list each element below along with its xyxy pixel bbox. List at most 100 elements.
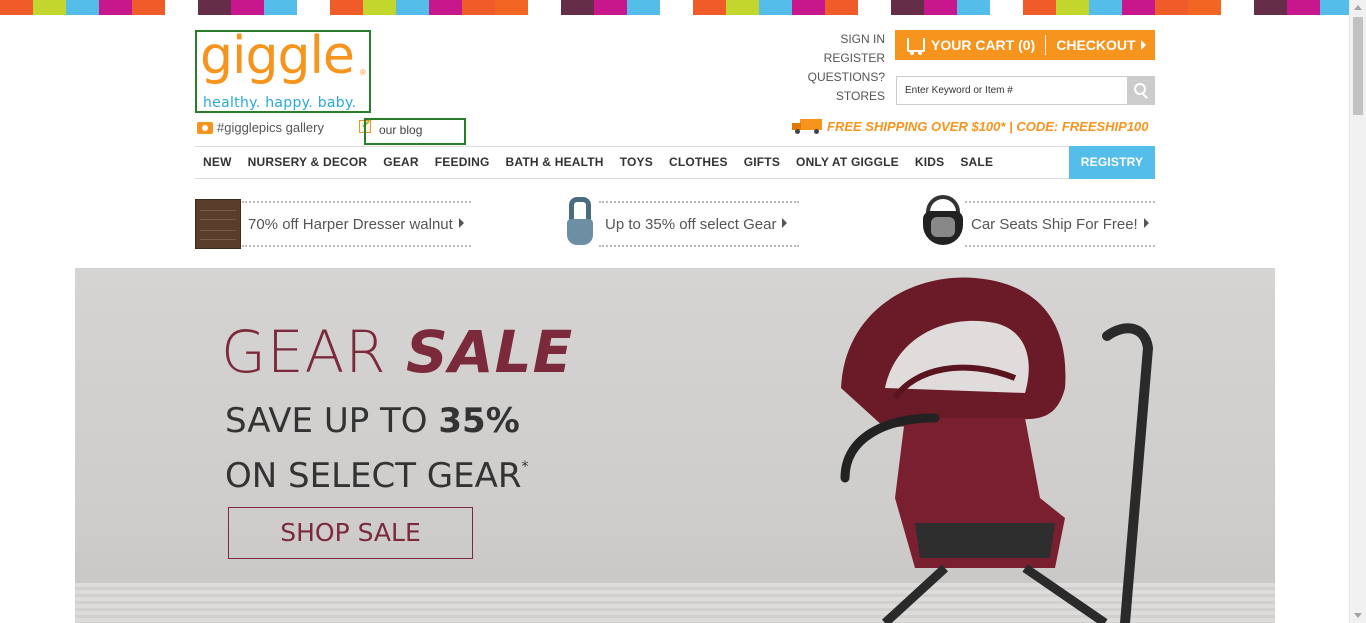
account-links: SIGN IN REGISTER QUESTIONS? STORES <box>790 30 885 106</box>
giggle-logo[interactable]: giggle ® healthy. happy. baby. <box>195 26 371 113</box>
strip-segment <box>693 0 726 15</box>
promo-select-gear[interactable]: Up to 35% off select Gear <box>563 193 799 253</box>
strip-segment <box>66 0 99 15</box>
cart-divider <box>1045 35 1047 55</box>
strip-segment <box>726 0 759 15</box>
stores-link[interactable]: STORES <box>790 87 885 106</box>
checkout-label: CHECKOUT <box>1056 37 1136 53</box>
strip-segment <box>1188 0 1221 15</box>
promo-harper-dresser[interactable]: 70% off Harper Dresser walnut <box>195 193 471 253</box>
strip-segment <box>429 0 462 15</box>
logo-wordmark: giggle <box>200 26 355 86</box>
strip-segment <box>759 0 792 15</box>
promo-text: Car Seats Ship For Free! <box>965 201 1155 247</box>
strip-segment <box>1089 0 1122 15</box>
strip-segment <box>561 0 594 15</box>
strip-segment <box>528 0 561 15</box>
promo-label: 70% off Harper Dresser walnut <box>248 216 453 233</box>
search-icon[interactable] <box>1127 77 1154 104</box>
strip-segment <box>1254 0 1287 15</box>
logo-registered-mark: ® <box>360 68 366 77</box>
main-nav: NEW NURSERY & DECOR GEAR FEEDING BATH & … <box>195 146 1155 179</box>
nav-item-clothes[interactable]: CLOTHES <box>661 146 736 179</box>
nav-item-feeding[interactable]: FEEDING <box>427 146 498 179</box>
strip-segment <box>1155 0 1188 15</box>
checkout-link[interactable]: CHECKOUT <box>1056 37 1146 53</box>
caret-right-icon <box>1143 218 1149 228</box>
strip-segment <box>363 0 396 15</box>
strip-segment <box>990 0 1023 15</box>
strip-segment <box>132 0 165 15</box>
strip-segment <box>462 0 495 15</box>
strip-segment <box>198 0 231 15</box>
nav-item-nursery-decor[interactable]: NURSERY & DECOR <box>240 146 376 179</box>
camera-icon <box>197 121 213 134</box>
strip-segment <box>231 0 264 15</box>
shipping-text: FREE SHIPPING OVER $100* | CODE: FREESHI… <box>827 118 1149 134</box>
promo-car-seats[interactable]: Car Seats Ship For Free! <box>920 193 1157 253</box>
scrollbar-thumb[interactable] <box>1353 17 1363 115</box>
your-cart-link[interactable]: YOUR CART (0) <box>931 37 1035 53</box>
sign-in-link[interactable]: SIGN IN <box>790 30 885 49</box>
car-seat-icon <box>920 195 966 249</box>
nav-item-gifts[interactable]: GIFTS <box>736 146 788 179</box>
strip-segment <box>858 0 891 15</box>
strip-segment <box>1122 0 1155 15</box>
hero-banner[interactable]: GEAR SALE SAVE UP TO 35% ON SELECT GEAR*… <box>75 268 1275 623</box>
nav-item-toys[interactable]: TOYS <box>612 146 661 179</box>
scroll-down-icon[interactable] <box>1354 613 1362 618</box>
caret-right-icon <box>458 218 464 228</box>
shopping-cart-icon <box>907 38 925 55</box>
our-blog-link[interactable]: our blog <box>364 118 466 145</box>
promo-label: Car Seats Ship For Free! <box>971 216 1138 233</box>
strip-segment <box>924 0 957 15</box>
register-link[interactable]: REGISTER <box>790 49 885 68</box>
nav-item-new[interactable]: NEW <box>195 146 240 179</box>
nav-item-sale[interactable]: SALE <box>952 146 1001 179</box>
strip-segment <box>330 0 363 15</box>
strip-segment <box>264 0 297 15</box>
caret-right-icon <box>1140 40 1146 50</box>
hero-title-light: GEAR <box>221 318 407 386</box>
strip-segment <box>1221 0 1254 15</box>
nav-item-registry[interactable]: REGISTRY <box>1069 146 1155 179</box>
hero-line-1-light: SAVE UP TO <box>225 401 439 441</box>
shop-sale-button[interactable]: SHOP SALE <box>228 507 473 559</box>
hero-asterisk: * <box>521 459 529 475</box>
nav-item-only-at-giggle[interactable]: ONLY AT GIGGLE <box>788 146 907 179</box>
hero-line-1-bold: 35% <box>438 401 520 441</box>
strip-segment <box>1287 0 1320 15</box>
promo-text: Up to 35% off select Gear <box>599 201 799 247</box>
strip-segment <box>396 0 429 15</box>
questions-link[interactable]: QUESTIONS? <box>790 68 885 87</box>
strip-segment <box>0 0 33 15</box>
vertical-scrollbar[interactable] <box>1349 0 1366 623</box>
strip-segment <box>825 0 858 15</box>
strip-segment <box>792 0 825 15</box>
cart-bar: YOUR CART (0) CHECKOUT <box>895 30 1155 60</box>
nav-item-bath-health[interactable]: BATH & HEALTH <box>498 146 612 179</box>
strip-segment <box>627 0 660 15</box>
hero-title-bold: SALE <box>406 318 574 386</box>
strip-segment <box>495 0 528 15</box>
scroll-up-icon[interactable] <box>1354 5 1362 10</box>
logo-tagline: healthy. happy. baby. <box>203 95 357 111</box>
strip-segment <box>99 0 132 15</box>
gigglepics-gallery-link[interactable]: #gigglepics gallery <box>197 120 324 135</box>
delivery-truck-icon <box>792 119 822 134</box>
nav-item-kids[interactable]: KIDS <box>907 146 952 179</box>
strip-segment <box>594 0 627 15</box>
hero-title: GEAR SALE <box>221 318 573 386</box>
strip-segment <box>33 0 66 15</box>
promo-row: 70% off Harper Dresser walnut Up to 35% … <box>195 193 1157 253</box>
caret-right-icon <box>782 218 788 228</box>
nav-item-gear[interactable]: GEAR <box>375 146 426 179</box>
promo-text: 70% off Harper Dresser walnut <box>242 201 471 247</box>
strip-segment <box>1056 0 1089 15</box>
promo-label: Up to 35% off select Gear <box>605 216 777 233</box>
search-input[interactable] <box>897 77 1127 104</box>
strip-segment <box>1023 0 1056 15</box>
strip-segment <box>660 0 693 15</box>
gallery-label: #gigglepics gallery <box>217 120 324 135</box>
hero-line-1: SAVE UP TO 35% <box>225 398 529 444</box>
